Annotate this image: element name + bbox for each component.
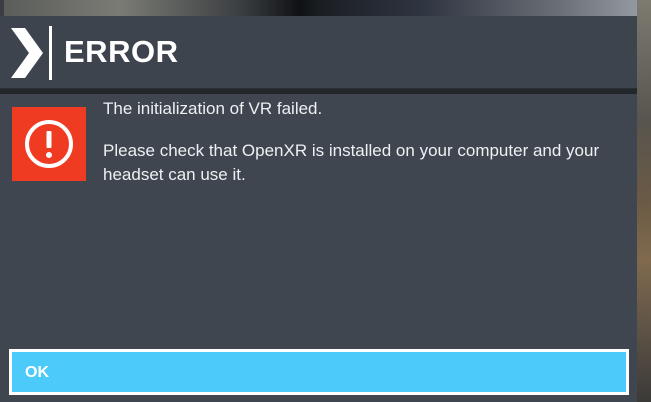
background-top-strip: [0, 0, 651, 16]
error-dialog: ERROR The initialization of VR failed. P…: [0, 16, 637, 402]
message-line-1: The initialization of VR failed.: [103, 99, 323, 118]
dialog-title: ERROR: [64, 34, 179, 69]
chevron-right-icon: [11, 28, 43, 78]
header-divider: [49, 26, 52, 80]
background-right-edge: [637, 0, 651, 402]
message-line-2: Please check that OpenXR is installed on…: [103, 141, 600, 184]
dialog-header: ERROR: [0, 16, 637, 89]
ok-button[interactable]: OK: [9, 349, 629, 395]
exclamation-circle-icon: [25, 120, 73, 168]
error-icon-box: [12, 107, 86, 181]
error-message: The initialization of VR failed. Please …: [103, 97, 623, 187]
ok-button-label: OK: [25, 364, 49, 381]
